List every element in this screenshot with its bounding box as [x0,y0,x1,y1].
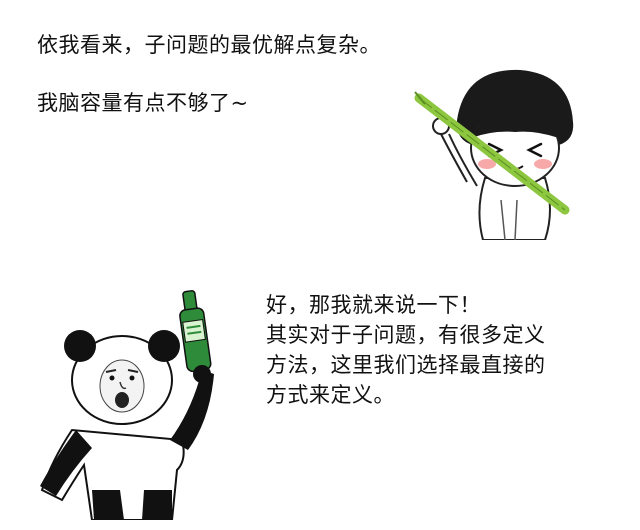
panda-with-bottle-icon [40,290,214,521]
panda-with-bottle-sticker [32,290,232,521]
paragraph-line: 方法，这里我们选择最直接的 [266,353,546,377]
explanation-paragraph: 好，那我就来说一下！ 其实对于子问题，有很多定义 方法，这里我们选择最直接的 方… [266,290,546,410]
paragraph-line: 方式来定义。 [266,383,395,407]
paragraph-line: 其实对于子问题，有很多定义 [266,323,546,347]
girl-with-bamboo-icon [414,69,574,241]
paragraph-line: 好，那我就来说一下！ [266,293,481,317]
dialogue-line-1: 依我看来，子问题的最优解点复杂。 [37,33,381,57]
dialogue-line-2: 我脑容量有点不够了~ [37,91,249,115]
girl-with-bamboo-sticker [405,60,630,241]
